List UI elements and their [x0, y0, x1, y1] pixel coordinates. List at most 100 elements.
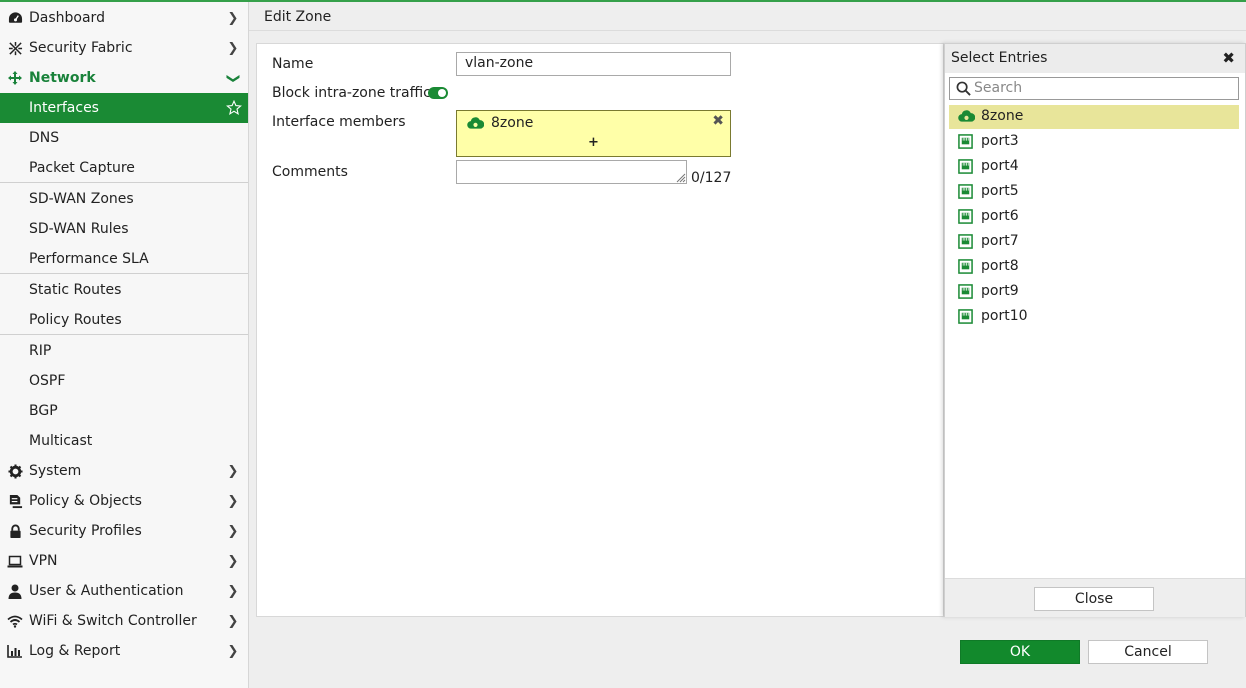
page-title: Edit Zone — [264, 9, 332, 25]
sidebar-item-label: System — [29, 463, 82, 479]
cancel-button[interactable]: Cancel — [1088, 640, 1208, 664]
comments-label: Comments — [272, 164, 348, 180]
star-icon[interactable] — [226, 99, 242, 116]
member-chip-label: 8zone — [491, 115, 534, 131]
sidebar-divider — [0, 182, 248, 183]
search-placeholder: Search — [974, 80, 1023, 96]
sidebar-item-label: VPN — [29, 553, 58, 569]
zone-cloud-icon — [467, 116, 485, 134]
entry-label: port3 — [981, 133, 1019, 149]
sidebar-item-multicast[interactable]: Multicast — [0, 426, 248, 456]
name-label: Name — [272, 56, 314, 72]
sidebar-item-dns[interactable]: DNS — [0, 123, 248, 153]
ethernet-port-icon — [958, 209, 973, 228]
sidebar-item-label: Interfaces — [29, 100, 99, 116]
sidebar-item-label: Performance SLA — [29, 251, 149, 267]
edit-zone-form: Name vlan-zone Block intra-zone traffic … — [256, 43, 944, 617]
network-icon — [7, 70, 23, 86]
name-input[interactable]: vlan-zone — [456, 52, 731, 76]
search-icon — [956, 81, 971, 100]
ethernet-port-icon — [958, 284, 973, 303]
entry-port5[interactable]: port5 — [949, 180, 1239, 204]
ok-button[interactable]: OK — [960, 640, 1080, 664]
sidebar-item-label: Log & Report — [29, 643, 121, 659]
ethernet-port-icon — [958, 134, 973, 153]
ethernet-port-icon — [958, 234, 973, 253]
remove-member-icon[interactable]: ✖ — [712, 113, 724, 129]
sidebar-item-label: Policy & Objects — [29, 493, 142, 509]
sidebar-item-dashboard[interactable]: Dashboard ❯ — [0, 3, 248, 33]
entry-port4[interactable]: port4 — [949, 155, 1239, 179]
sidebar-item-network[interactable]: Network ❯ — [0, 63, 248, 93]
sidebar-item-label: SD-WAN Rules — [29, 221, 129, 237]
chevron-right-icon: ❯ — [227, 463, 239, 479]
interface-members-label: Interface members — [272, 114, 406, 130]
close-button[interactable]: Close — [1034, 587, 1154, 611]
sidebar-item-wifi-switch-controller[interactable]: WiFi & Switch Controller ❯ — [0, 606, 248, 636]
security-fabric-icon — [7, 40, 23, 56]
sidebar-item-security-fabric[interactable]: Security Fabric ❯ — [0, 33, 248, 63]
sidebar-item-label: Multicast — [29, 433, 93, 449]
sidebar-item-sd-wan-zones[interactable]: SD-WAN Zones — [0, 184, 248, 214]
comments-textarea[interactable] — [456, 160, 687, 184]
search-input[interactable]: Search — [949, 77, 1239, 100]
sidebar-item-label: DNS — [29, 130, 60, 146]
sidebar-item-ospf[interactable]: OSPF — [0, 366, 248, 396]
select-entries-panel: Select Entries ✖ Search 8zone port3 port… — [944, 43, 1246, 617]
resize-handle-icon[interactable] — [674, 171, 686, 183]
sidebar-item-rip[interactable]: RIP — [0, 336, 248, 366]
sidebar-item-performance-sla[interactable]: Performance SLA — [0, 244, 248, 274]
entry-port6[interactable]: port6 — [949, 205, 1239, 229]
sidebar: Dashboard ❯ Security Fabric ❯ Network ❯ … — [0, 2, 249, 688]
block-intra-zone-label: Block intra-zone traffic — [272, 85, 431, 101]
sidebar-divider — [0, 334, 248, 335]
sidebar-item-sd-wan-rules[interactable]: SD-WAN Rules — [0, 214, 248, 244]
sidebar-item-interfaces[interactable]: Interfaces — [0, 93, 248, 123]
wifi-icon — [7, 613, 23, 629]
ethernet-port-icon — [958, 259, 973, 278]
entry-label: port4 — [981, 158, 1019, 174]
chevron-right-icon: ❯ — [227, 493, 239, 509]
sidebar-item-label: SD-WAN Zones — [29, 191, 134, 207]
entry-port8[interactable]: port8 — [949, 255, 1239, 279]
entry-8zone[interactable]: 8zone — [949, 105, 1239, 129]
sidebar-item-log-report[interactable]: Log & Report ❯ — [0, 636, 248, 666]
close-icon[interactable]: ✖ — [1222, 49, 1235, 67]
sidebar-item-static-routes[interactable]: Static Routes — [0, 275, 248, 305]
sidebar-item-user-authentication[interactable]: User & Authentication ❯ — [0, 576, 248, 606]
entry-label: port9 — [981, 283, 1019, 299]
sidebar-item-packet-capture[interactable]: Packet Capture — [0, 153, 248, 183]
sidebar-item-policy-objects[interactable]: Policy & Objects ❯ — [0, 486, 248, 516]
chevron-right-icon: ❯ — [227, 553, 239, 569]
entry-label: port8 — [981, 258, 1019, 274]
entry-label: 8zone — [981, 108, 1024, 124]
ethernet-port-icon — [958, 309, 973, 328]
add-member-icon[interactable]: + — [457, 135, 730, 150]
policy-icon — [7, 493, 23, 509]
entry-port3[interactable]: port3 — [949, 130, 1239, 154]
lock-icon — [7, 523, 23, 539]
interface-members-field[interactable]: 8zone ✖ + — [456, 110, 731, 157]
entry-port10[interactable]: port10 — [949, 305, 1239, 329]
select-entries-title: Select Entries — [951, 50, 1048, 66]
entry-label: port7 — [981, 233, 1019, 249]
sidebar-item-policy-routes[interactable]: Policy Routes — [0, 305, 248, 335]
sidebar-item-label: WiFi & Switch Controller — [29, 613, 197, 629]
comments-counter: 0/127 — [691, 170, 732, 186]
gear-icon — [7, 463, 23, 479]
chevron-down-icon: ❯ — [225, 72, 241, 84]
entry-port7[interactable]: port7 — [949, 230, 1239, 254]
chevron-right-icon: ❯ — [227, 10, 239, 26]
block-intra-zone-toggle[interactable] — [428, 87, 448, 99]
sidebar-item-security-profiles[interactable]: Security Profiles ❯ — [0, 516, 248, 546]
chevron-right-icon: ❯ — [227, 613, 239, 629]
sidebar-item-bgp[interactable]: BGP — [0, 396, 248, 426]
entry-label: port6 — [981, 208, 1019, 224]
ethernet-port-icon — [958, 184, 973, 203]
sidebar-item-vpn[interactable]: VPN ❯ — [0, 546, 248, 576]
user-icon — [7, 583, 23, 599]
chevron-right-icon: ❯ — [227, 583, 239, 599]
entry-port9[interactable]: port9 — [949, 280, 1239, 304]
sidebar-item-label: OSPF — [29, 373, 66, 389]
sidebar-item-system[interactable]: System ❯ — [0, 456, 248, 486]
